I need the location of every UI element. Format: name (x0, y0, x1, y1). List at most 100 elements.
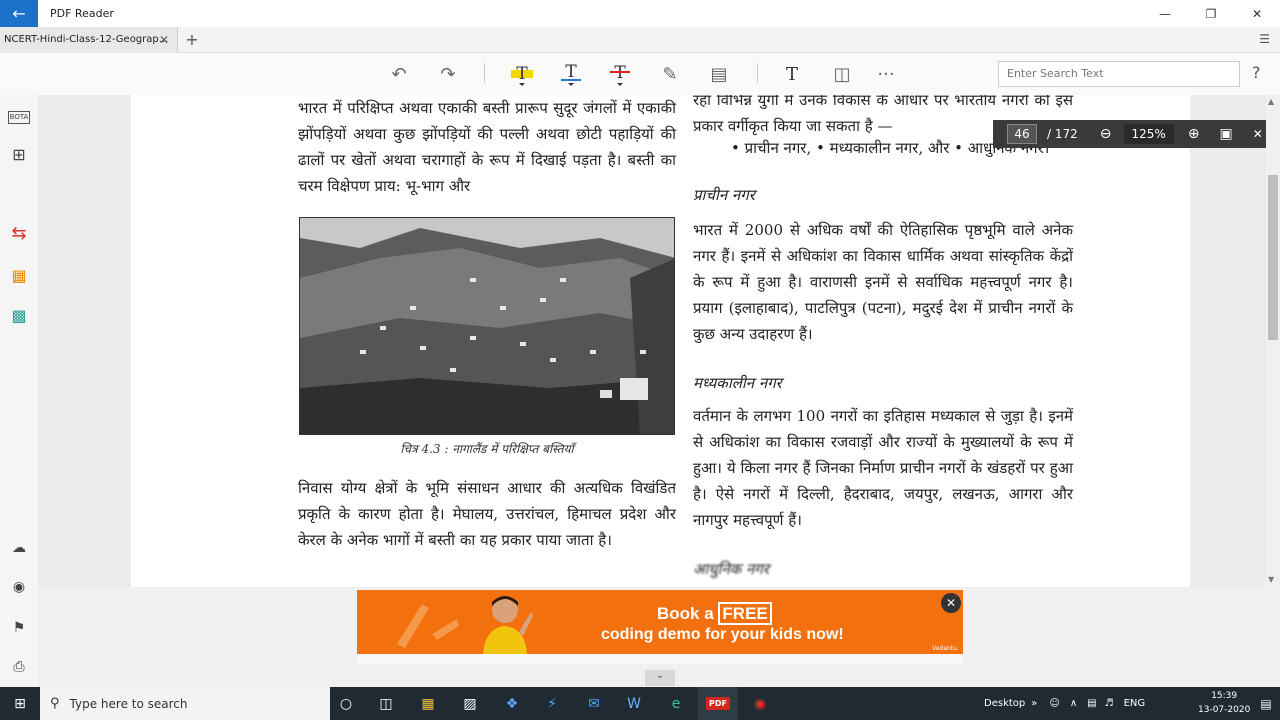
svg-text:T: T (516, 64, 528, 84)
help-icon[interactable]: ? (1252, 63, 1261, 82)
network-icon[interactable]: ▤ (1087, 698, 1096, 709)
tab-document[interactable]: NCERT-Hindi-Class-12-Geograp... ✕ (0, 26, 178, 53)
scroll-thumb[interactable] (1268, 175, 1278, 340)
maximize-button[interactable]: ❐ (1188, 0, 1234, 27)
clock-time: 15:39 (1211, 691, 1238, 701)
ad-banner[interactable]: Book a FREE coding demo for your kids no… (357, 590, 963, 664)
close-window-button[interactable]: ✕ (1234, 0, 1280, 27)
language-indicator[interactable]: ENG (1124, 698, 1146, 709)
more-options-icon[interactable]: ··· (874, 61, 898, 87)
dropbox-icon[interactable]: ❖ (492, 687, 532, 720)
tab-label: NCERT-Hindi-Class-12-Geograp... (4, 34, 169, 45)
arrow-left-icon: ← (12, 4, 26, 23)
ad-brand: Vedantu (932, 645, 957, 652)
pdf-badge-icon: PDF (706, 697, 730, 710)
clipboard-icon[interactable]: ▩ (7, 303, 31, 327)
paragraph-habitable-areas: निवास योग्य क्षेत्रों के भूमि संसाधन आधा… (298, 479, 676, 549)
back-button[interactable]: ← (0, 0, 38, 27)
cortana-icon[interactable]: ○ (326, 687, 366, 720)
page-navigation-bar: 46 / 172 ⊖ 125% ⊕ ▣ ✕ (993, 120, 1268, 148)
ad-subline: coding demo for your kids now! (601, 626, 844, 643)
windows-start-icon[interactable]: ⊞ (0, 687, 40, 720)
close-nav-icon[interactable]: ✕ (1253, 127, 1263, 141)
bookmarks-toc-button[interactable]: BOTA (7, 105, 31, 129)
tab-bar: NCERT-Hindi-Class-12-Geograp... ✕ + ☰ (0, 26, 1280, 53)
strikethrough-text-icon[interactable]: T (606, 61, 634, 87)
window-controls: — ❐ ✕ (1142, 0, 1280, 27)
search-icon: ⚲ (50, 696, 60, 711)
recorder-icon[interactable]: ◉ (740, 687, 780, 720)
app-title: PDF Reader (50, 7, 114, 20)
eye-icon[interactable]: ◉ (7, 575, 31, 599)
paragraph-medieval-cities: वर्तमान के लगभग 100 नगरों का इतिहास मध्य… (693, 407, 1073, 529)
taskbar: ⊞ ⚲ Type here to search ○ ◫ ▦ ▨ ❖ ⚡ ✉ W … (0, 687, 1280, 720)
note-icon[interactable]: ▤ (707, 61, 731, 87)
ad-decoration (397, 604, 459, 648)
stamp-icon[interactable]: ◫ (830, 61, 854, 87)
left-rail: BOTA ⊞ ⇆ ▦ ▩ ☁ ◉ ⚑ ⎙ (0, 95, 38, 687)
store-icon[interactable]: ▨ (450, 687, 490, 720)
chevron-up-icon[interactable]: ∧ (1070, 698, 1077, 709)
search-input[interactable]: Enter Search Text (998, 61, 1240, 87)
highlight-text-icon[interactable]: T (508, 61, 536, 87)
add-tab-button[interactable]: + (178, 30, 206, 49)
collapse-ad-icon[interactable]: ⌄ (645, 670, 675, 686)
convert-icon[interactable]: ⇆ (7, 221, 31, 245)
cloud-icon[interactable]: ☁ (7, 536, 31, 560)
ad-headline: Book a FREE (657, 602, 772, 625)
edge-icon[interactable]: e (656, 687, 696, 720)
system-tray: Desktop » ☺ ∧ ▤ ♬ ENG (980, 687, 1145, 720)
chevron-right-icon[interactable]: » (1031, 698, 1037, 709)
paragraph-dispersed-settlement: भारत में परिक्षिप्त अथवा एकाकी बस्ती प्र… (298, 99, 676, 195)
taskbar-search-placeholder: Type here to search (69, 696, 188, 711)
toolbox-icon[interactable]: ▦ (7, 263, 31, 287)
page-total: / 172 (1047, 127, 1078, 141)
taskbar-search[interactable]: ⚲ Type here to search (40, 687, 330, 720)
toolbar: ↶ ↷ T T T ✎ ▤ T ◫ ··· Enter Search Text … (0, 53, 1280, 95)
fit-page-icon[interactable]: ▣ (1220, 126, 1233, 142)
ad-headline-prefix: Book a (657, 604, 719, 623)
underline-text-icon[interactable]: T (557, 61, 585, 87)
bota-label: BOTA (7, 110, 31, 124)
task-view-icon[interactable]: ◫ (366, 687, 406, 720)
document-viewer[interactable]: भारत में परिक्षिप्त अथवा एकाकी बस्ती प्र… (38, 95, 1266, 587)
heading-medieval-cities: मध्यकालीन नगर (693, 374, 782, 392)
bookmark-icon[interactable]: ⚑ (7, 616, 31, 640)
heading-modern-cities: आधुनिक नगर (693, 560, 769, 578)
title-bar: ← PDF Reader — ❐ ✕ (0, 0, 1280, 27)
people-icon[interactable]: ☺ (1049, 698, 1059, 709)
undo-icon[interactable]: ↶ (388, 61, 410, 87)
file-explorer-icon[interactable]: ▦ (408, 687, 448, 720)
pdf-reader-taskbar-icon[interactable]: PDF (698, 687, 738, 720)
minimize-button[interactable]: — (1142, 0, 1188, 27)
desktop-label[interactable]: Desktop (984, 698, 1025, 709)
print-icon[interactable]: ⎙ (7, 655, 31, 679)
ad-free-badge: FREE (718, 602, 772, 625)
tab-close-icon[interactable]: ✕ (159, 33, 169, 47)
page-number-input[interactable]: 46 (1007, 124, 1037, 144)
ad-close-icon[interactable]: ✕ (941, 593, 961, 613)
volume-icon[interactable]: ♬ (1105, 698, 1114, 709)
heading-ancient-cities: प्राचीन नगर (693, 186, 755, 204)
redo-icon[interactable]: ↷ (437, 61, 459, 87)
pen-icon[interactable]: ✎ (658, 61, 682, 87)
clock[interactable]: 15:39 13-07-2020 (1198, 689, 1250, 717)
thumbnails-icon[interactable]: ⊞ (7, 142, 31, 166)
scroll-up-icon[interactable]: ▲ (1268, 97, 1274, 106)
toolbar-separator (757, 63, 758, 83)
zoom-out-icon[interactable]: ⊖ (1100, 126, 1112, 142)
vertical-scrollbar[interactable]: ▲ ▼ (1266, 95, 1280, 587)
menu-icon[interactable]: ☰ (1259, 32, 1270, 46)
zoom-level[interactable]: 125% (1123, 124, 1174, 144)
add-text-icon[interactable]: T (780, 61, 804, 87)
ad-child-image (483, 596, 533, 654)
app-icon[interactable]: ⚡ (532, 687, 572, 720)
word-icon[interactable]: W (614, 687, 654, 720)
pdf-page: भारत में परिक्षिप्त अथवा एकाकी बस्ती प्र… (131, 95, 1190, 587)
ad-bottom-strip (357, 654, 963, 664)
zoom-in-icon[interactable]: ⊕ (1188, 126, 1200, 142)
figure-photo (299, 217, 675, 435)
scroll-down-icon[interactable]: ▼ (1268, 575, 1274, 584)
mail-icon[interactable]: ✉ (574, 687, 614, 720)
notifications-icon[interactable]: ▤ (1252, 687, 1280, 720)
